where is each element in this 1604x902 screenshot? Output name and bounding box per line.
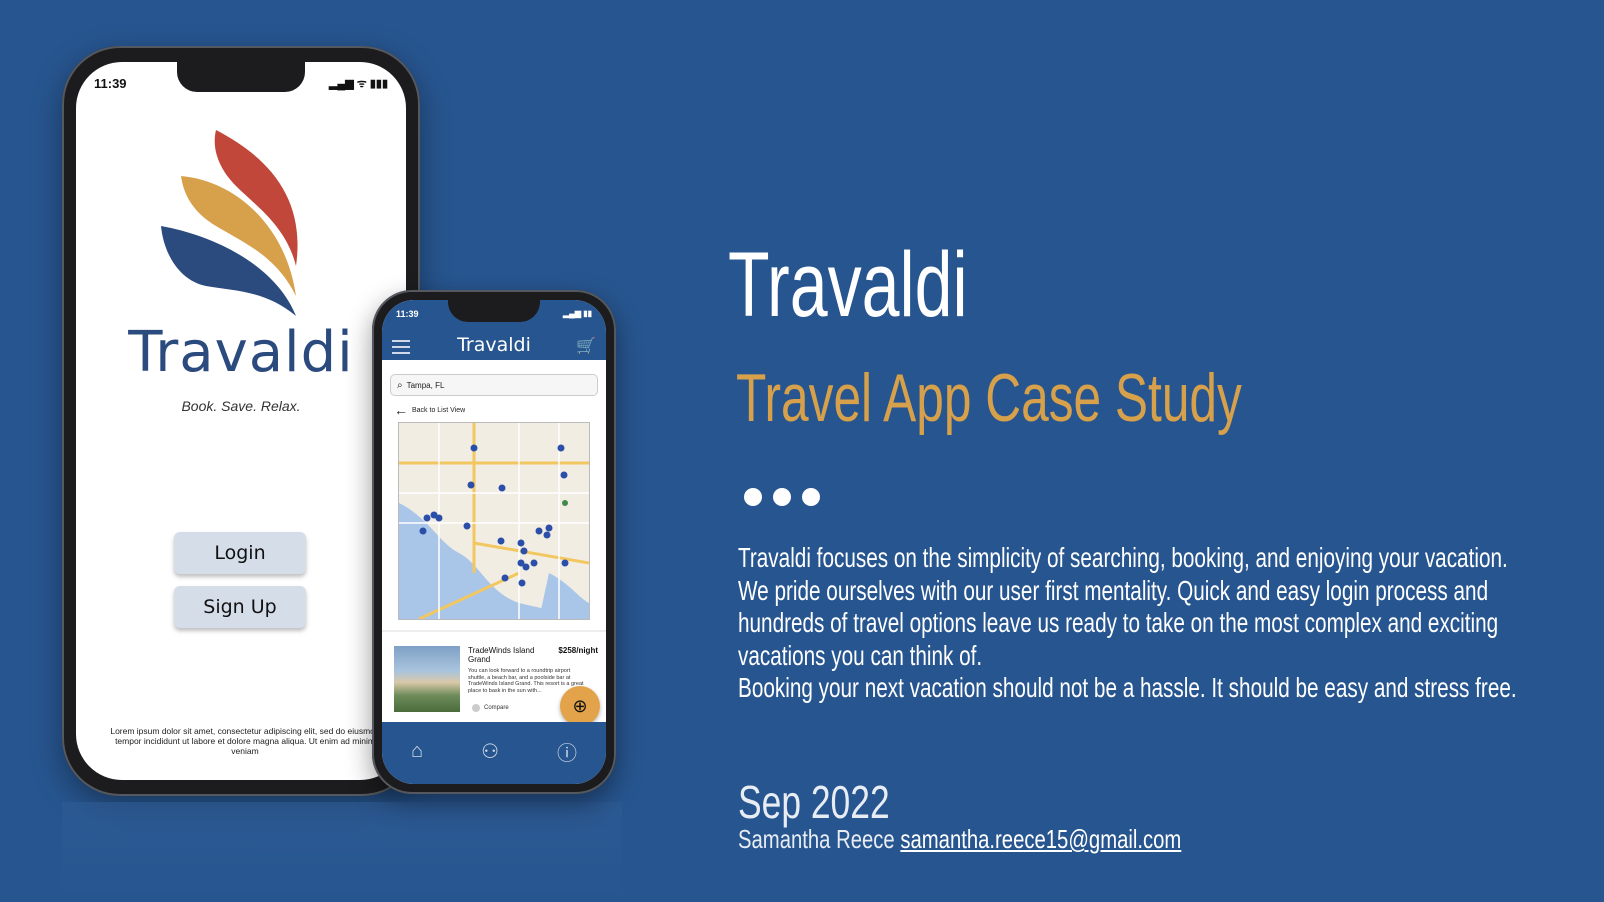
travaldi-flame-logo: [161, 130, 298, 316]
search-icon: ⌕: [397, 379, 403, 391]
compare-box[interactable]: [472, 704, 480, 712]
brand-wordmark: Travaldi: [128, 320, 354, 385]
login-button[interactable]: Login: [174, 532, 306, 574]
page-subtitle: Travel App Case Study: [736, 360, 1242, 436]
compare-checkbox[interactable]: Compare: [472, 704, 509, 712]
description-paragraph-2: Booking your next vacation should not be…: [738, 672, 1517, 703]
author-name: Samantha Reece: [738, 824, 895, 854]
compare-label: Compare: [484, 705, 509, 711]
sign-up-button[interactable]: Sign Up: [174, 586, 306, 628]
author-line: Samantha Reece samantha.reece15@gmail.co…: [738, 824, 1181, 854]
chat-icon[interactable]: ⊕: [560, 686, 600, 726]
phone-reflection: [62, 802, 622, 902]
app-title: Travaldi: [457, 334, 531, 356]
arrow-left-icon: ←: [394, 402, 408, 418]
decorative-dots: [744, 488, 820, 506]
hotel-photo: [394, 646, 460, 712]
map-graphic: [399, 423, 589, 619]
map-phone-mockup: 11:39 ▂▄▆ ▮▮ Travaldi 🛒 ⌕ Tampa, FL ← Ba…: [372, 290, 616, 794]
dot: [773, 488, 791, 506]
phone-notch: [448, 300, 540, 322]
search-value: Tampa, FL: [406, 380, 445, 390]
case-study-description: Travaldi focuses on the simplicity of se…: [738, 542, 1522, 705]
status-time: 11:39: [94, 76, 127, 91]
back-label: Back to List View: [412, 406, 466, 414]
user-icon[interactable]: ⚇: [481, 739, 499, 764]
back-to-list-link[interactable]: ← Back to List View: [394, 402, 465, 418]
signal-wifi-battery-icon: ▂▄▆ ▮▮: [563, 309, 592, 318]
description-paragraph-1: Travaldi focuses on the simplicity of se…: [738, 542, 1508, 671]
map-screen: 11:39 ▂▄▆ ▮▮ Travaldi 🛒 ⌕ Tampa, FL ← Ba…: [382, 300, 606, 784]
hotel-name: TradeWinds Island Grand: [468, 646, 535, 664]
phone-notch: [177, 62, 305, 92]
page-title: Travaldi: [728, 234, 968, 336]
dot: [802, 488, 820, 506]
footer-text: Lorem ipsum dolor sit amet, consectetur …: [110, 726, 380, 756]
cart-icon[interactable]: 🛒: [576, 336, 596, 356]
login-phone-mockup: 11:39 ▂▄▆ ᯤ ▮▮▮ Travaldi Book. Save. Rel…: [62, 46, 420, 796]
search-input[interactable]: ⌕ Tampa, FL: [390, 374, 598, 396]
home-icon[interactable]: ⌂: [411, 740, 423, 763]
login-screen: 11:39 ▂▄▆ ᯤ ▮▮▮ Travaldi Book. Save. Rel…: [76, 62, 406, 780]
brand-tagline: Book. Save. Relax.: [181, 398, 301, 414]
hotel-map[interactable]: [398, 422, 590, 620]
dot: [744, 488, 762, 506]
app-header: 11:39 ▂▄▆ ▮▮ Travaldi 🛒: [382, 300, 606, 360]
project-date: Sep 2022: [738, 776, 890, 828]
author-email-link[interactable]: samantha.reece15@gmail.com: [900, 824, 1181, 854]
signal-wifi-battery-icon: ▂▄▆ ᯤ ▮▮▮: [328, 78, 388, 90]
hotel-price: $258/night: [558, 646, 598, 655]
list-divider: [382, 630, 606, 632]
bottom-nav: ⌂ ⚇ ⓘ: [382, 722, 606, 784]
info-icon[interactable]: ⓘ: [557, 737, 577, 766]
status-time: 11:39: [396, 309, 419, 319]
